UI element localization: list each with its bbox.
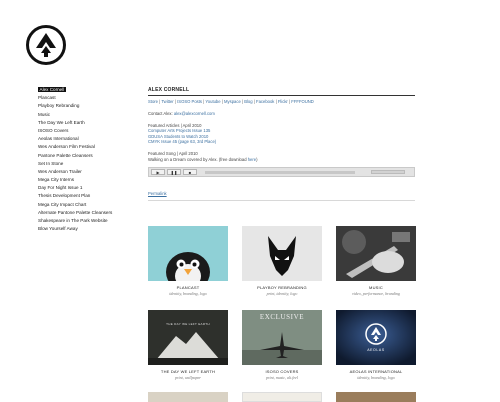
portfolio-tile-plancast[interactable]: PLANCAST identity, branding, logo (148, 226, 228, 296)
sidebar-item-isoso-covers[interactable]: ISOSO Covers (38, 127, 138, 135)
pause-button[interactable]: ❚❚ (167, 169, 181, 176)
sidebar-item-playboy-rebranding[interactable]: Playboy Rebranding (38, 102, 138, 110)
penguin-illustration (148, 226, 228, 281)
portfolio-tile-partial[interactable] (336, 392, 416, 402)
contact-line: Contact Alex: alex@alexcornell.com (148, 111, 215, 116)
sidebar-item-wes-anderson-trailer[interactable]: Wes Anderson Trailer (38, 168, 138, 176)
sidebar-item-blow-yourself-away[interactable]: Blow Yourself Away (38, 225, 138, 233)
play-icon: ▶ (156, 170, 160, 176)
featured-articles: Featured Articles | April 2010 Computer … (148, 123, 415, 145)
pause-icon: ❚❚ (170, 170, 178, 176)
link-twitter[interactable]: Twitter (161, 99, 173, 104)
main-content: ALEX CORNELL Store | Twitter | ISOSO Pos… (148, 86, 415, 202)
link-youtube[interactable]: Youtube (205, 99, 220, 104)
featured-song: Featured Song | April 2010 Walking on a … (148, 151, 415, 162)
portfolio-tile-isoso-covers[interactable]: EXCLUSIVE ISOSO COVERS print, music, alt… (242, 310, 322, 380)
sidebar-item-alex-cornell[interactable]: Alex Cornell (38, 86, 138, 94)
link-blog[interactable]: Blog (244, 99, 252, 104)
guitar-photo (336, 226, 416, 281)
sidebar-item-aeolas-international[interactable]: Aeolas International (38, 135, 138, 143)
sidebar-item-alternate-pantone[interactable]: Alternate Pantone Palette Cleansers (38, 209, 138, 217)
link-store[interactable]: Store (148, 99, 158, 104)
link-facebook[interactable]: Facebook (256, 99, 274, 104)
portfolio-thumbnail (336, 392, 416, 402)
link-ffffound[interactable]: FFFFOUND (291, 99, 314, 104)
sidebar-item-music[interactable]: Music (38, 111, 138, 119)
title-divider (148, 95, 415, 96)
mountain-poster: THE DAY WE LEFT EARTH (148, 310, 228, 365)
sidebar-item-set-in-stone[interactable]: Set In Stone (38, 160, 138, 168)
sidebar-item-mega-city-interns[interactable]: Mega City Interns (38, 176, 138, 184)
audio-player: ▶ ❚❚ ■ (148, 167, 415, 178)
progress-track[interactable] (205, 171, 355, 175)
portfolio-thumbnail (148, 392, 228, 402)
link-flickr[interactable]: Flickr (278, 99, 288, 104)
aeolus-arrow-logo-icon (26, 25, 66, 65)
contact-email-link[interactable]: alex@alexcornell.com (174, 111, 215, 116)
portfolio-tile-playboy-rebranding[interactable]: PLAYBOY REBRANDING print, identity, logo (242, 226, 322, 296)
portfolio-tile-music[interactable]: MUSIC video, performance, branding (336, 226, 416, 296)
sidebar-item-pantone-palette-cleansers[interactable]: Pantone Palette Cleansers (38, 152, 138, 160)
aeolas-logo: AEOLAS (336, 310, 416, 365)
stop-icon: ■ (188, 170, 192, 176)
sidebar-item-the-day-we-left-earth[interactable]: The Day We Left Earth (38, 119, 138, 127)
download-link[interactable]: here (248, 157, 256, 162)
fox-logo (242, 226, 322, 281)
sidebar-item-day-for-night[interactable]: Day For Night Issue 1 (38, 184, 138, 192)
play-button[interactable]: ▶ (151, 169, 165, 176)
sidebar-item-shakespeare-website[interactable]: Shakespeare in The Park Website (38, 217, 138, 225)
stop-button[interactable]: ■ (183, 169, 197, 176)
sidebar-item-thesis-development-plan[interactable]: Thesis Development Plan (38, 192, 138, 200)
link-isoso-posts[interactable]: ISOSO Posts (177, 99, 202, 104)
sidebar-nav: Alex Cornell Plancast Playboy Rebranding… (38, 86, 138, 233)
featured-article-link[interactable]: CMYK Issue 45 (page 63, 3rd Place) (148, 139, 415, 145)
page-title: ALEX CORNELL (148, 87, 190, 93)
volume-slider[interactable] (371, 170, 405, 175)
section-divider (148, 200, 415, 202)
portfolio-tile-partial[interactable] (242, 392, 322, 402)
link-myspace[interactable]: Myspace (224, 99, 241, 104)
portfolio-tile-partial[interactable] (148, 392, 228, 402)
portfolio-tile-aeolas-international[interactable]: AEOLAS AEOLAS INTERNATIONAL identity, br… (336, 310, 416, 380)
sidebar-item-plancast[interactable]: Plancast (38, 94, 138, 102)
portfolio-thumbnail (242, 392, 322, 402)
social-links: Store | Twitter | ISOSO Posts | Youtube … (148, 99, 314, 104)
permalink[interactable]: Permalink (148, 191, 415, 196)
featured-song-text: Walking on a Dream covered by Alex. (fre… (148, 156, 258, 162)
site-logo[interactable] (25, 24, 67, 66)
portfolio-tile-the-day-we-left-earth[interactable]: THE DAY WE LEFT EARTH THE DAY WE LEFT EA… (148, 310, 228, 380)
sidebar-item-wes-anderson-film-festival[interactable]: Wes Anderson Film Festival (38, 143, 138, 151)
airplane-poster: EXCLUSIVE (242, 310, 322, 365)
sidebar-item-mega-city-impact-chart[interactable]: Mega City Impact Chart (38, 201, 138, 209)
